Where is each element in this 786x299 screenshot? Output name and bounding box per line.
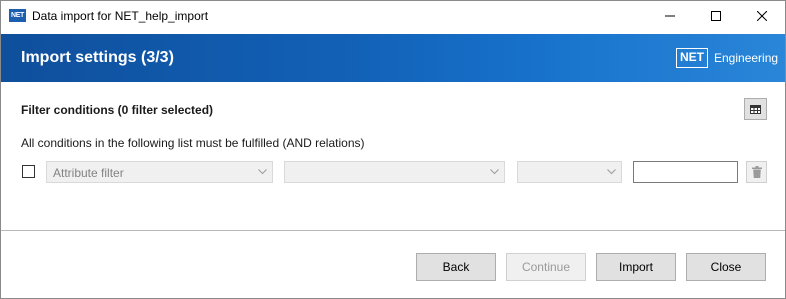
value-select[interactable] [517,161,622,183]
chevron-down-icon [258,169,267,175]
attribute-filter-value: Attribute filter [53,166,124,180]
import-button[interactable]: Import [596,253,676,281]
filter-row-checkbox[interactable] [22,165,35,178]
brand-logo-text: Engineering [714,51,779,65]
delete-filter-button[interactable] [746,161,767,183]
minimize-icon [665,15,675,17]
chevron-down-icon [607,169,616,175]
window-title: Data import for NET_help_import [32,9,209,23]
and-condition-text: All conditions in the following list mus… [21,136,365,150]
title-bar: NET Data import for NET_help_import [1,1,785,31]
filter-heading: Filter conditions (0 filter selected) [21,103,214,117]
continue-button[interactable]: Continue [506,253,586,281]
chevron-down-icon [490,169,499,175]
trash-icon [751,166,762,178]
minimize-button[interactable] [647,1,693,31]
table-view-button[interactable] [744,98,767,120]
brand-logo: NET Engineering [676,47,778,69]
operator-select[interactable] [284,161,505,183]
maximize-icon [711,11,721,21]
maximize-button[interactable] [693,1,739,31]
app-logo: NET [9,9,26,22]
close-window-button[interactable] [739,1,785,31]
back-button[interactable]: Back [416,253,496,281]
footer-divider [1,230,785,231]
close-icon [757,11,767,21]
close-button[interactable]: Close [686,253,766,281]
filter-value-input[interactable] [633,161,738,183]
import-dialog: NET Data import for NET_help_import Impo… [0,0,786,299]
table-icon [750,104,761,114]
brand-logo-box: NET [676,48,708,68]
header-banner: Import settings (3/3) NET Engineering [1,34,785,82]
page-title: Import settings (3/3) [21,49,174,66]
attribute-filter-select[interactable]: Attribute filter [46,161,273,183]
